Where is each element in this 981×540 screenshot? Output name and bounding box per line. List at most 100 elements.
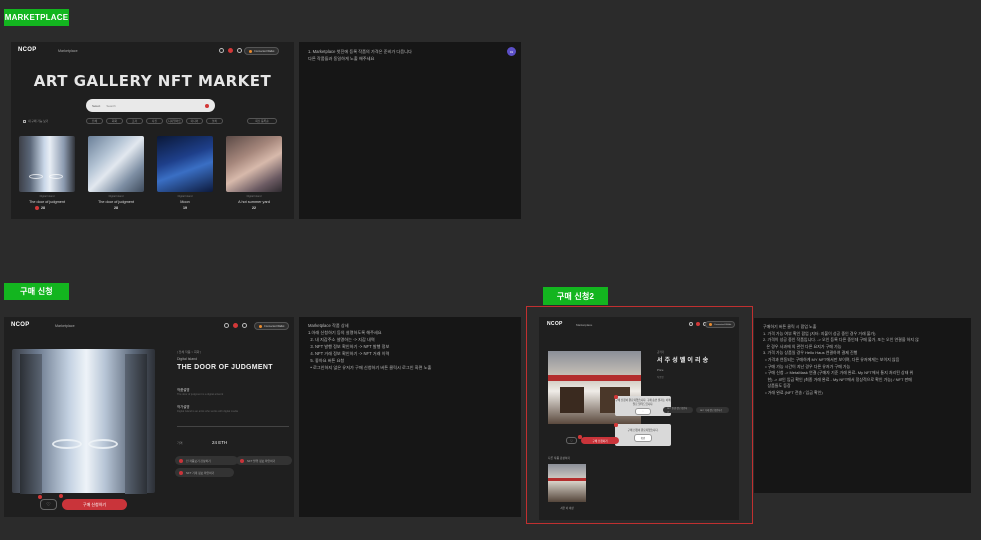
like-icon[interactable]: [35, 206, 39, 210]
marker-icon: [59, 494, 63, 498]
price-label: 가격: [177, 441, 183, 445]
search-icon[interactable]: [205, 103, 209, 108]
category-pill[interactable]: 전체: [86, 118, 103, 124]
nft-issue-chip[interactable]: NFT 발행 정보 확인하기: [236, 456, 292, 465]
wallet-button[interactable]: Connected Wallet: [254, 322, 290, 330]
artwork-thumbnail[interactable]: [226, 136, 282, 192]
metamask-icon: [259, 324, 262, 328]
like-button[interactable]: ♡: [566, 437, 577, 444]
note-line: 은 경우 사과에 의 관련 다른 요지가 구매 가능: [763, 343, 842, 349]
artist-name[interactable]: 공작가: [657, 350, 664, 354]
price-label: Price: [657, 368, 664, 372]
nav-marketplace[interactable]: Marketplace: [58, 49, 78, 53]
other-works-label: 다른 작품 감상하기: [548, 456, 571, 460]
category-pill[interactable]: 설치: [206, 118, 223, 124]
user-icon[interactable]: [242, 323, 247, 328]
nav-marketplace[interactable]: Marketplace: [55, 324, 75, 328]
note-line: • 구매 신청 -> MetaMask 연결 (구매자 기준 거래 완료- My…: [763, 370, 914, 376]
note-badge: 01: [507, 47, 516, 56]
other-artwork-title[interactable]: 서촌 이 이상: [548, 506, 586, 510]
search-bar[interactable]: Select Search: [86, 99, 215, 112]
card-title[interactable]: A hot summer yard: [226, 200, 282, 204]
heart-icon[interactable]: [233, 323, 238, 328]
filter-checkbox[interactable]: 내 구매 가능 보기: [23, 119, 48, 123]
chip-label: NFT 발행 정보 확인하기: [667, 408, 688, 414]
marker-icon: [614, 395, 618, 399]
metamask-icon: [249, 49, 252, 53]
category-pill[interactable]: 사진: [146, 118, 163, 124]
purchase2-screen: NCOP Marketplace Connected Wallet 공작가 서 …: [539, 317, 739, 520]
category-pill[interactable]: 디지털아트: [166, 118, 183, 124]
wallet-label: Connected Wallet: [264, 324, 285, 328]
nft-issue-chip[interactable]: NFT 발행 정보 확인하기: [663, 407, 693, 414]
note-line: 1. Marketplace 첫진에 등록 작품의 가격은 준비가 다음니다: [308, 49, 412, 54]
wallet-button[interactable]: Connected Wallet: [705, 321, 736, 328]
artwork-thumbnail[interactable]: [157, 136, 213, 192]
marker-icon: [240, 458, 244, 463]
card-price: 28: [114, 206, 118, 210]
note-line: 3. 가격 가능 상품일 경우 Hello Haus 연결하여 결제 진행: [763, 350, 858, 356]
search-icon[interactable]: [689, 322, 693, 326]
nft-trade-chip[interactable]: NFT 거래 정보 확인하기: [696, 407, 729, 413]
nft-trade-chip[interactable]: NFT 거래 정보 확인하기: [175, 468, 234, 477]
buy-button[interactable]: 구매 신청하기: [62, 499, 127, 510]
dialog-ok-button[interactable]: 확인: [633, 434, 653, 442]
logo[interactable]: NCOP: [18, 47, 37, 53]
heart-icon[interactable]: [696, 322, 700, 326]
dialog-ok-button[interactable]: ◌: [635, 407, 651, 415]
card-price: 22: [252, 206, 256, 210]
logo[interactable]: NCOP: [547, 321, 563, 327]
category-pill[interactable]: 회화: [106, 118, 123, 124]
header-icons: [224, 323, 247, 328]
search-icon[interactable]: [224, 323, 229, 328]
artwork-thumbnail[interactable]: [19, 136, 75, 192]
search-input[interactable]: Search: [106, 104, 199, 108]
card-price-row: 28: [35, 206, 45, 210]
logo[interactable]: NCOP: [11, 322, 30, 328]
note-line: 3. NFT 발행 정보 확인하기 -> NFT 발행 정보: [308, 344, 390, 349]
section-tag-purchase2: 구매 신청2: [543, 287, 608, 305]
category-pill[interactable]: 조각: [126, 118, 143, 124]
card-title[interactable]: The door of judgment: [88, 200, 144, 204]
filter-label: 내 구매 가능 보기: [28, 119, 49, 123]
wallet-label: Connected Wallet: [254, 49, 275, 53]
checkbox-icon[interactable]: [23, 119, 26, 123]
buy-button[interactable]: 구매 신청하기: [581, 437, 619, 444]
search-icon[interactable]: [219, 48, 224, 53]
note-line: 상품들도 등장: [763, 383, 791, 389]
wallet-button[interactable]: Connected Wallet: [244, 47, 280, 55]
like-button[interactable]: ♡: [40, 499, 57, 510]
notes-panel-purchase: Marketplace 작품 상세 1.아래 신청하기 등의 설명하도록 해주세…: [299, 317, 521, 517]
other-artwork-thumbnail[interactable]: [548, 464, 586, 502]
card-title[interactable]: The door of judgment: [19, 200, 75, 204]
note-line: 2. 내 지갑주소 설명하는 -> 지갑 내역: [308, 337, 375, 342]
price-value: 24 ETH: [212, 440, 228, 445]
card-title[interactable]: Moon: [157, 200, 213, 204]
purchase-dialog: 구매 신청이 완료되었습니다. 구매 승인 결과는 이메일로 알려드립니다. ◌: [615, 396, 671, 416]
divider: [177, 426, 289, 427]
user-icon[interactable]: [237, 48, 242, 53]
card-price: 19: [183, 206, 187, 210]
artist-name[interactable]: Digital Island: [177, 357, 197, 361]
header-icons: [219, 48, 242, 53]
artwork-thumbnail[interactable]: [88, 136, 144, 192]
section-tag-marketplace: MARKETPLACE: [4, 9, 69, 26]
search-select[interactable]: Select: [92, 104, 100, 108]
metamask-icon: [709, 323, 712, 326]
chip-label: NFT 거래 정보 확인하기: [700, 410, 723, 412]
note-line: 한) -> 코인 입금 확인 (최종 거래 완료 - My NFT에서 정상적으…: [763, 376, 912, 382]
chip-label: 전 작품보기 감상하기: [186, 458, 211, 463]
section-tag-purchase: 구매 신청: [4, 283, 69, 300]
gallery-chip[interactable]: 전 작품보기 감상하기: [175, 456, 238, 465]
page-title: ART GALLERY NFT MARKET: [33, 72, 272, 90]
desc-label: 작품설명: [177, 388, 190, 392]
heart-icon[interactable]: [228, 48, 233, 53]
category-pill[interactable]: 미디어: [186, 118, 203, 124]
sort-dropdown[interactable]: 최신 등록순: [247, 118, 277, 124]
note-line: 구매하기 버튼 클릭 시 팝업 노출: [763, 324, 817, 329]
card-artist: Digital Island: [177, 195, 193, 198]
nav-marketplace[interactable]: Marketplace: [576, 323, 592, 327]
notes-panel-marketplace: 1. Marketplace 첫진에 등록 작품의 가격은 준비가 다음니다 다…: [299, 42, 521, 219]
note-line: • 거래 완료 (NFT 전송 / 입금 확인): [763, 389, 823, 395]
note-line: 4. NFT 거래 정보 확인하기 -> NFT 거래 이력: [308, 351, 390, 356]
